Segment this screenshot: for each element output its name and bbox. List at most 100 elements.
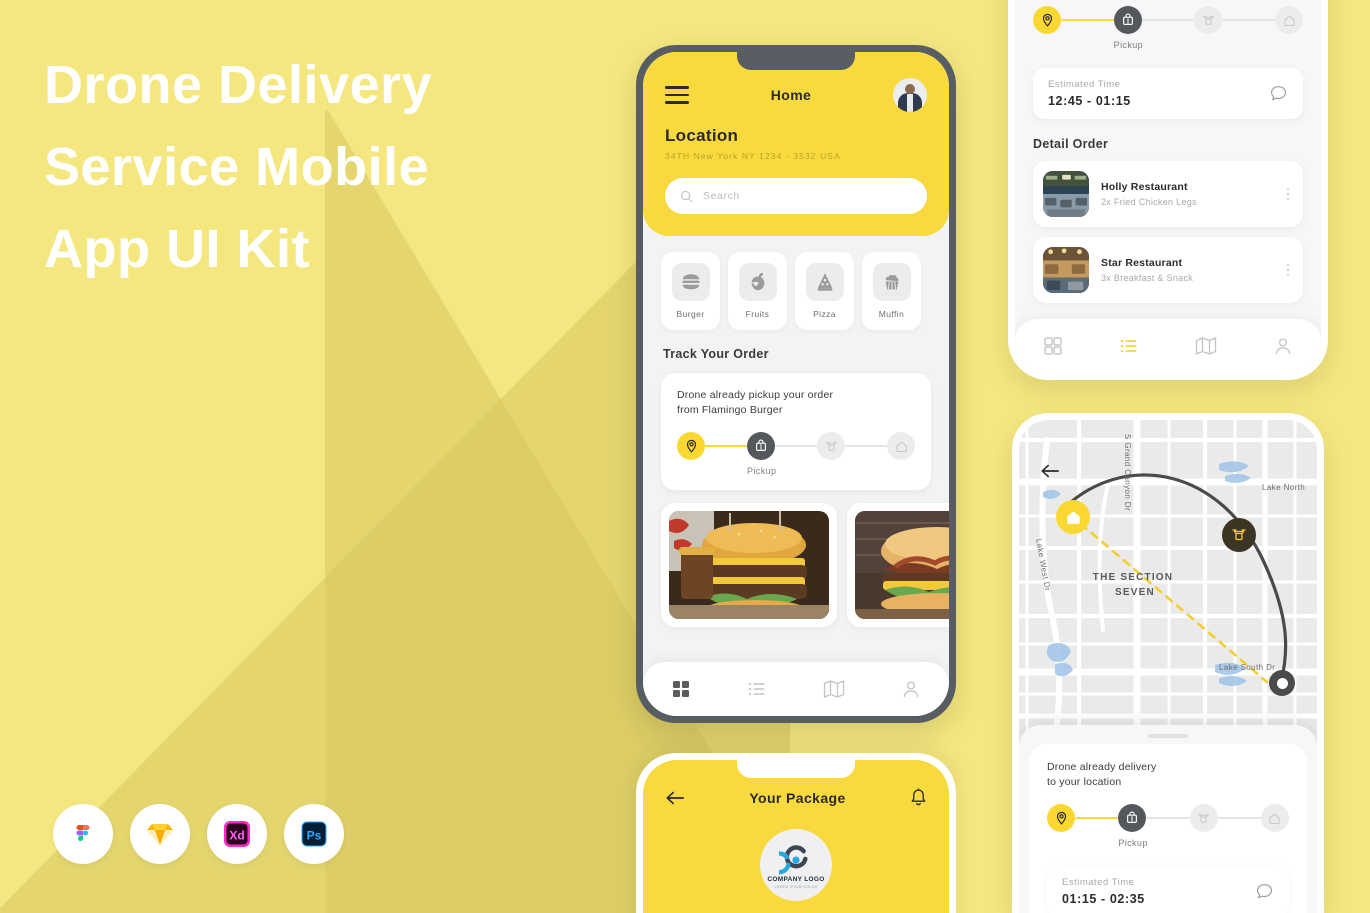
hero-line-3: App UI Kit xyxy=(44,219,310,279)
track-order-card[interactable]: Drone already pickup your order from Fla… xyxy=(661,373,931,490)
step-drone[interactable] xyxy=(1189,804,1218,832)
order-description: 3x Breakfast & Snack xyxy=(1101,273,1194,283)
origin-home-marker[interactable] xyxy=(1056,500,1090,534)
category-label: Muffin xyxy=(878,309,905,319)
map-screen: S Grand Canyon Dr Lake North Lake West D… xyxy=(1019,420,1317,913)
photoshop-logo-badge[interactable]: Ps xyxy=(284,804,344,864)
order-list-item[interactable]: Star Restaurant 3x Breakfast & Snack xyxy=(1033,237,1303,303)
nav-grid-icon[interactable] xyxy=(671,679,691,699)
user-avatar[interactable] xyxy=(893,78,927,112)
step-drone[interactable] xyxy=(1194,6,1223,34)
step-location-pin[interactable] xyxy=(1047,804,1075,832)
step-home[interactable] xyxy=(1260,804,1289,832)
food-card[interactable] xyxy=(661,503,837,627)
step-location-pin[interactable] xyxy=(1033,6,1061,34)
nav-person-icon[interactable] xyxy=(901,679,921,699)
category-label: Fruits xyxy=(745,309,770,319)
detail-stepper-area: Pickup Estimated Time 12:45 - 01:15 xyxy=(1015,6,1321,119)
stepper-connector-2 xyxy=(1146,816,1190,820)
stepper-labels: Pickup xyxy=(1047,832,1289,848)
step-label-pickup: Pickup xyxy=(1113,40,1144,50)
location-label: Location xyxy=(665,126,739,145)
adobe-xd-logo-badge[interactable]: Xd xyxy=(207,804,267,864)
figma-logo-icon xyxy=(70,821,96,847)
step-drone[interactable] xyxy=(817,432,845,460)
page-title: Your Package xyxy=(749,789,846,806)
category-burger[interactable]: Burger xyxy=(661,252,720,330)
step-home[interactable] xyxy=(887,432,915,460)
photoshop-logo-icon: Ps xyxy=(299,819,329,849)
nav-person-icon[interactable] xyxy=(1273,336,1293,356)
home-topbar: Home xyxy=(665,78,927,112)
notification-bell-icon[interactable] xyxy=(910,788,927,807)
track-message-line-1: Drone already pickup your order xyxy=(677,389,834,401)
back-arrow-icon[interactable] xyxy=(665,790,685,806)
sketch-logo-badge[interactable] xyxy=(130,804,190,864)
nav-list-icon[interactable] xyxy=(1119,336,1139,356)
map-street-label: S Grand Canyon Dr xyxy=(1123,434,1132,512)
delivery-message-line-1: Drone already delivery xyxy=(1047,761,1157,773)
double-cheeseburger-photo xyxy=(669,511,829,619)
delivery-stepper xyxy=(1047,804,1289,832)
order-list-item[interactable]: Holly Restaurant 2x Fried Chicken Legs xyxy=(1033,161,1303,227)
kebab-menu-icon[interactable] xyxy=(1286,263,1294,277)
stepper-labels: Pickup xyxy=(677,460,915,476)
svg-text:Ps: Ps xyxy=(307,829,322,843)
drone-position-marker[interactable] xyxy=(1222,518,1256,552)
hamburger-menu-icon[interactable] xyxy=(665,86,689,104)
detail-order-title: Detail Order xyxy=(1033,137,1109,151)
chat-bubble-icon[interactable] xyxy=(1255,882,1274,901)
home-screen: Home Location 34TH New York NY 1234 - 35… xyxy=(643,52,949,716)
nav-grid-icon[interactable] xyxy=(1043,336,1063,356)
estimated-time-value: 12:45 - 01:15 xyxy=(1048,94,1131,108)
estimated-time-label: Estimated Time xyxy=(1062,877,1135,888)
category-fruits[interactable]: Fruits xyxy=(728,252,787,330)
map-street-label: Lake North xyxy=(1262,483,1306,492)
category-pizza[interactable]: Pizza xyxy=(795,252,854,330)
page-title: Home xyxy=(770,87,812,103)
food-card[interactable] xyxy=(847,503,949,627)
sheet-drag-handle[interactable] xyxy=(1148,734,1188,738)
stepper-connector-1 xyxy=(1075,816,1119,820)
search-icon xyxy=(680,190,693,203)
step-location-pin[interactable] xyxy=(677,432,705,460)
stepper-connector-1 xyxy=(705,444,747,448)
kebab-menu-icon[interactable] xyxy=(1286,187,1294,201)
nav-map-icon[interactable] xyxy=(823,679,845,699)
detail-order-screen: Pickup Estimated Time 12:45 - 01:15 Deta… xyxy=(1015,0,1321,373)
map-bottom-sheet: Drone already delivery to your location xyxy=(1019,725,1317,913)
step-home[interactable] xyxy=(1275,6,1304,34)
delivery-message-line-2: to your location xyxy=(1047,776,1122,788)
search-input[interactable] xyxy=(703,190,912,202)
package-screen: Your Package COMPANY LOGO LOREM IPSUM DO… xyxy=(643,760,949,913)
company-logo-subtext: LOREM IPSUM DOLOR xyxy=(774,885,818,889)
step-package-bag[interactable] xyxy=(1113,6,1142,34)
chat-bubble-icon[interactable] xyxy=(1269,84,1288,103)
estimated-time-value: 01:15 - 02:35 xyxy=(1062,892,1145,906)
figma-logo-badge[interactable] xyxy=(53,804,113,864)
map-area-label: SEVEN xyxy=(1115,587,1155,598)
adobe-xd-logo-icon: Xd xyxy=(222,819,252,849)
search-bar[interactable] xyxy=(665,178,927,214)
destination-marker[interactable] xyxy=(1269,670,1295,696)
nav-map-icon[interactable] xyxy=(1195,336,1217,356)
company-logo: COMPANY LOGO LOREM IPSUM DOLOR xyxy=(760,829,832,901)
restaurant-thumbnail xyxy=(1043,247,1089,293)
step-package-bag[interactable] xyxy=(1118,804,1147,832)
tool-logos: Xd Ps xyxy=(53,804,344,864)
step-package-bag[interactable] xyxy=(747,432,775,460)
svg-text:Xd: Xd xyxy=(229,829,244,843)
estimated-time-card[interactable]: Estimated Time 12:45 - 01:15 xyxy=(1033,68,1303,119)
category-muffin[interactable]: Muffin xyxy=(862,252,921,330)
estimated-time-card[interactable]: Estimated Time 01:15 - 02:35 xyxy=(1047,866,1289,913)
phone-home-frame: Home Location 34TH New York NY 1234 - 35… xyxy=(636,45,956,723)
track-message-line-2: from Flamingo Burger xyxy=(677,404,783,416)
delivery-stepper xyxy=(1033,6,1304,34)
back-arrow-icon[interactable] xyxy=(1037,458,1063,484)
nav-list-icon[interactable] xyxy=(747,679,767,699)
phone-package-frame: Your Package COMPANY LOGO LOREM IPSUM DO… xyxy=(636,753,956,913)
track-section-title: Track Your Order xyxy=(663,347,769,361)
delivery-status-card[interactable]: Drone already delivery to your location xyxy=(1029,744,1307,913)
map-canvas[interactable]: S Grand Canyon Dr Lake North Lake West D… xyxy=(1019,420,1317,733)
food-card-row xyxy=(643,490,949,627)
